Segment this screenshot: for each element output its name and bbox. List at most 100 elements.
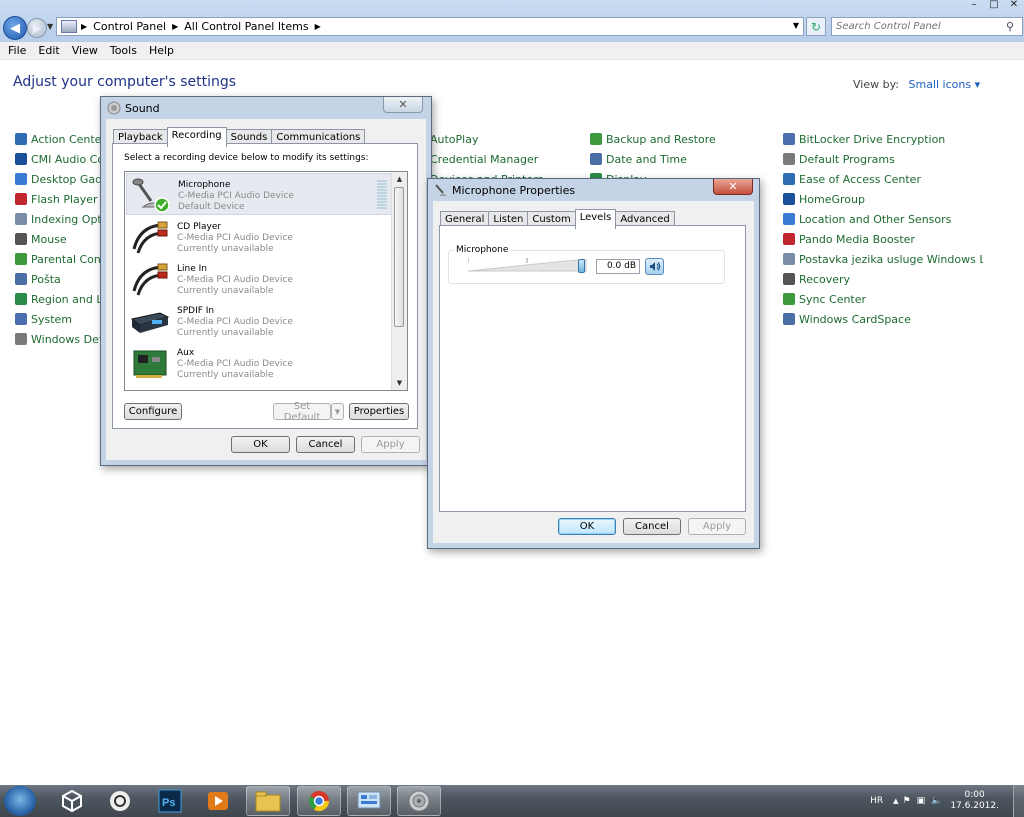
address-bar[interactable]: ▶ Control Panel ▶ All Control Panel Item… <box>56 17 804 36</box>
forward-button[interactable]: ▶ <box>27 18 47 38</box>
search-input[interactable] <box>832 20 1006 33</box>
control-panel-item[interactable]: Location and Other Sensors <box>783 209 983 229</box>
scroll-up-icon[interactable]: ▲ <box>392 172 407 186</box>
speaker-icon <box>649 262 660 271</box>
properties-button[interactable]: Properties <box>349 403 409 420</box>
apply-button[interactable]: Apply <box>688 518 746 535</box>
taskbar-app-steam[interactable] <box>98 786 142 816</box>
taskbar-app-media-player[interactable] <box>196 786 240 816</box>
control-panel-item[interactable]: Windows CardSpace <box>783 309 983 329</box>
control-panel-item[interactable]: Windows Defender <box>15 329 103 349</box>
close-window-button[interactable]: ✕ <box>1004 0 1024 10</box>
control-panel-item[interactable]: Backup and Restore <box>590 129 760 149</box>
ok-button[interactable]: OK <box>231 436 290 453</box>
breadcrumb-control-panel[interactable]: Control Panel <box>93 20 166 33</box>
configure-button[interactable]: Configure <box>124 403 182 420</box>
mute-button[interactable] <box>645 258 664 275</box>
device-list-scrollbar[interactable]: ▲ ▼ <box>391 172 407 390</box>
menu-tools[interactable]: Tools <box>110 44 137 57</box>
control-panel-item[interactable]: AutoPlay <box>414 129 574 149</box>
control-panel-item[interactable]: Default Programs <box>783 149 983 169</box>
view-by: View by: Small icons ▾ <box>853 78 980 91</box>
device-status: Currently unavailable <box>177 286 274 296</box>
control-panel-item[interactable]: System <box>15 309 103 329</box>
clock-date: 17.6.2012. <box>950 801 999 811</box>
recent-pages-dropdown[interactable]: ▼ <box>47 22 53 31</box>
control-panel-item[interactable]: Pošta <box>15 269 103 289</box>
cancel-button[interactable]: Cancel <box>296 436 355 453</box>
language-indicator[interactable]: HR <box>870 796 883 806</box>
list-item-cd-player[interactable]: CD Player C-Media PCI Audio Device Curre… <box>126 216 392 258</box>
control-panel-item[interactable]: Parental Controls <box>15 249 103 269</box>
control-panel-item[interactable]: Region and Language <box>15 289 103 309</box>
control-panel-item[interactable]: Pando Media Booster <box>783 229 983 249</box>
control-panel-item[interactable]: Desktop Gadgets <box>15 169 103 189</box>
control-panel-item[interactable]: CMI Audio Config <box>15 149 103 169</box>
level-slider-track[interactable] <box>468 258 588 272</box>
show-desktop-button[interactable] <box>1013 785 1024 817</box>
volume-icon[interactable]: 🔈 <box>931 796 942 806</box>
clock[interactable]: 0:00 17.6.2012. <box>950 790 999 812</box>
control-panel-item[interactable]: Mouse <box>15 229 103 249</box>
control-panel-item[interactable]: Action Center <box>15 129 103 149</box>
control-panel-item[interactable]: Sync Center <box>783 289 983 309</box>
breadcrumb-separator-icon[interactable]: ▶ <box>81 22 87 31</box>
refresh-button[interactable]: ↻ <box>806 17 826 36</box>
control-panel-item[interactable]: HomeGroup <box>783 189 983 209</box>
tab-levels[interactable]: Levels <box>574 209 617 229</box>
control-panel-item[interactable]: Ease of Access Center <box>783 169 983 189</box>
scrollbar-thumb[interactable] <box>394 187 404 327</box>
scroll-down-icon[interactable]: ▼ <box>392 376 407 390</box>
rca-cable-icon <box>132 263 168 296</box>
level-slider-thumb[interactable] <box>578 259 585 273</box>
menu-edit[interactable]: Edit <box>38 44 59 57</box>
level-value-field[interactable]: 0.0 dB <box>596 259 640 274</box>
cancel-button[interactable]: Cancel <box>623 518 681 535</box>
list-item-aux[interactable]: Aux C-Media PCI Audio Device Currently u… <box>126 342 392 384</box>
breadcrumb-all-items[interactable]: All Control Panel Items <box>184 20 308 33</box>
apply-button[interactable]: Apply <box>361 436 420 453</box>
control-panel-item-label: Indexing Options <box>31 212 103 226</box>
control-panel-item[interactable]: Credential Manager <box>414 149 574 169</box>
minimize-button[interactable]: – <box>964 0 984 10</box>
taskbar-app-unity[interactable] <box>50 786 94 816</box>
control-panel-item-label: Pošta <box>31 272 61 286</box>
control-panel-item[interactable]: Recovery <box>783 269 983 289</box>
menu-help[interactable]: Help <box>149 44 174 57</box>
close-button[interactable]: ✕ <box>713 179 753 195</box>
start-button[interactable] <box>4 786 36 816</box>
control-panel-item[interactable]: Postavka jezika usluge Windows Live <box>783 249 983 269</box>
list-item-spdif-in[interactable]: SPDIF In C-Media PCI Audio Device Curren… <box>126 300 392 342</box>
network-icon[interactable]: ▣ <box>917 796 926 806</box>
taskbar-app-file-explorer[interactable] <box>246 786 290 816</box>
taskbar-app-photoshop[interactable]: Ps <box>148 786 192 816</box>
control-panel-item[interactable]: Indexing Options <box>15 209 103 229</box>
set-default-dropdown[interactable]: ▼ <box>331 403 344 420</box>
view-by-dropdown[interactable]: Small icons ▾ <box>909 78 981 91</box>
taskbar-app-chrome[interactable] <box>297 786 341 816</box>
list-item-line-in[interactable]: Line In C-Media PCI Audio Device Current… <box>126 258 392 300</box>
tab-recording[interactable]: Recording <box>166 127 227 147</box>
back-button[interactable]: ◀ <box>3 16 27 40</box>
maximize-button[interactable]: □ <box>984 0 1004 10</box>
taskbar-app-sound[interactable] <box>397 786 441 816</box>
taskbar-app-control-panel[interactable] <box>347 786 391 816</box>
ok-button[interactable]: OK <box>558 518 616 535</box>
address-dropdown-icon[interactable]: ▼ <box>793 21 799 30</box>
set-default-button[interactable]: Set Default <box>273 401 331 423</box>
close-button[interactable]: ✕ <box>383 97 423 113</box>
control-panel-item[interactable]: BitLocker Drive Encryption <box>783 129 983 149</box>
breadcrumb-separator-icon[interactable]: ▶ <box>315 22 321 31</box>
flag-icon[interactable]: ⚑ <box>903 796 911 806</box>
breadcrumb-separator-icon[interactable]: ▶ <box>172 22 178 31</box>
list-item-microphone[interactable]: Microphone C-Media PCI Audio Device Defa… <box>126 173 392 215</box>
search-icon[interactable]: ⚲ <box>1006 20 1014 33</box>
show-hidden-icons-icon[interactable]: ▲ <box>893 797 898 805</box>
menu-file[interactable]: File <box>8 44 26 57</box>
refresh-icon: ↻ <box>810 19 822 34</box>
control-panel-item[interactable]: Flash Player <box>15 189 103 209</box>
search-box[interactable]: ⚲ <box>831 17 1023 36</box>
device-list[interactable]: Microphone C-Media PCI Audio Device Defa… <box>124 171 408 391</box>
control-panel-item[interactable]: Date and Time <box>590 149 760 169</box>
menu-view[interactable]: View <box>72 44 98 57</box>
